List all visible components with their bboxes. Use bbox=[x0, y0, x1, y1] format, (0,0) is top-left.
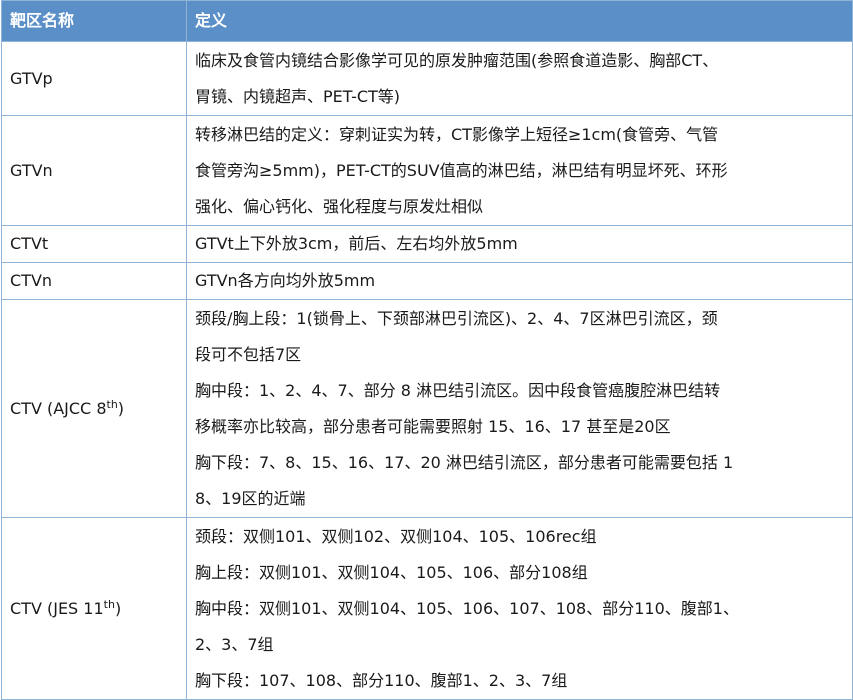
row-definition-gtvp: 临床及食管内镜结合影像学可见的原发肿瘤范围(参照食道造影、胸部CT、 胃镜、内镜… bbox=[186, 41, 853, 116]
header-row: 靶区名称 定义 bbox=[1, 0, 853, 42]
row-term-ctvt: CTVt bbox=[1, 225, 187, 263]
term-suffix: ) bbox=[114, 598, 122, 618]
header-definition: 定义 bbox=[186, 0, 853, 42]
definition-line: 段可不包括7区 bbox=[195, 344, 302, 364]
table-row: CTVt GTVt上下外放3cm，前后、左右均外放5mm bbox=[1, 225, 853, 263]
definition-line: 胸下段：7、8、15、16、17、20 淋巴结引流区，部分患者可能需要包括 1 bbox=[195, 452, 734, 472]
table-row: GTVp 临床及食管内镜结合影像学可见的原发肿瘤范围(参照食道造影、胸部CT、 … bbox=[1, 41, 853, 116]
table-row: GTVn 转移淋巴结的定义：穿刺证实为转，CT影像学上短径≥1cm(食管旁、气管… bbox=[1, 115, 853, 226]
term-suffix: ) bbox=[117, 398, 125, 418]
table-row: CTV (JES 11th) 颈段：双侧101、双侧102、双侧104、105、… bbox=[1, 517, 853, 700]
definition-line: 食管旁沟≥5mm)，PET-CT的SUV值高的淋巴结，淋巴结有明显坏死、环形 bbox=[195, 160, 728, 180]
definition-line: 胸下段：107、108、部分110、腹部1、2、3、7组 bbox=[195, 670, 568, 690]
definition-line: 颈段/胸上段：1(锁骨上、下颈部淋巴引流区)、2、4、7区淋巴引流区，颈 bbox=[195, 308, 718, 328]
definition-line: 临床及食管内镜结合影像学可见的原发肿瘤范围(参照食道造影、胸部CT、 bbox=[195, 50, 719, 70]
term-superscript: th bbox=[106, 397, 118, 411]
row-definition-gtvn: 转移淋巴结的定义：穿刺证实为转，CT影像学上短径≥1cm(食管旁、气管 食管旁沟… bbox=[186, 115, 853, 226]
definition-line: GTVt上下外放3cm，前后、左右均外放5mm bbox=[195, 234, 518, 253]
row-term-gtvp: GTVp bbox=[1, 41, 187, 116]
term-text: CTV (JES 11 bbox=[10, 598, 104, 618]
table-row: CTVn GTVn各方向均外放5mm bbox=[1, 262, 853, 300]
row-term-ctv-jes: CTV (JES 11th) bbox=[1, 517, 187, 700]
term-superscript: th bbox=[103, 597, 115, 611]
header-target-name: 靶区名称 bbox=[1, 0, 187, 42]
definition-line: 胸上段：双侧101、双侧104、105、106、部分108组 bbox=[195, 562, 588, 582]
row-definition-ctv-ajcc: 颈段/胸上段：1(锁骨上、下颈部淋巴引流区)、2、4、7区淋巴引流区，颈 段可不… bbox=[186, 299, 853, 518]
row-term-ctv-ajcc: CTV (AJCC 8th) bbox=[1, 299, 187, 518]
row-definition-ctv-jes: 颈段：双侧101、双侧102、双侧104、105、106rec组 胸上段：双侧1… bbox=[186, 517, 853, 700]
table-row: CTV (AJCC 8th) 颈段/胸上段：1(锁骨上、下颈部淋巴引流区)、2、… bbox=[1, 299, 853, 518]
definition-line: 移概率亦比较高，部分患者可能需要照射 15、16、17 甚至是20区 bbox=[195, 416, 671, 436]
row-term-gtvn: GTVn bbox=[1, 115, 187, 226]
definition-line: 强化、偏心钙化、强化程度与原发灶相似 bbox=[195, 196, 484, 216]
definition-line: 胸中段：1、2、4、7、部分 8 淋巴结引流区。因中段食管癌腹腔淋巴结转 bbox=[195, 380, 721, 400]
definition-line: 胸中段：双侧101、双侧104、105、106、107、108、部分110、腹部… bbox=[195, 598, 739, 618]
definition-line: 颈段：双侧101、双侧102、双侧104、105、106rec组 bbox=[195, 526, 597, 546]
row-definition-ctvn: GTVn各方向均外放5mm bbox=[186, 262, 853, 300]
term-text: CTV (AJCC 8 bbox=[10, 398, 107, 418]
definition-line: 转移淋巴结的定义：穿刺证实为转，CT影像学上短径≥1cm(食管旁、气管 bbox=[195, 124, 719, 144]
definition-line: GTVn各方向均外放5mm bbox=[195, 271, 376, 290]
definition-line: 8、19区的近端 bbox=[195, 488, 306, 508]
definition-line: 胃镜、内镜超声、PET-CT等) bbox=[195, 86, 401, 106]
row-term-ctvn: CTVn bbox=[1, 262, 187, 300]
row-definition-ctvt: GTVt上下外放3cm，前后、左右均外放5mm bbox=[186, 225, 853, 263]
definition-line: 2、3、7组 bbox=[195, 634, 274, 654]
target-volume-table: 靶区名称 定义 GTVp 临床及食管内镜结合影像学可见的原发肿瘤范围(参照食道造… bbox=[1, 0, 853, 700]
